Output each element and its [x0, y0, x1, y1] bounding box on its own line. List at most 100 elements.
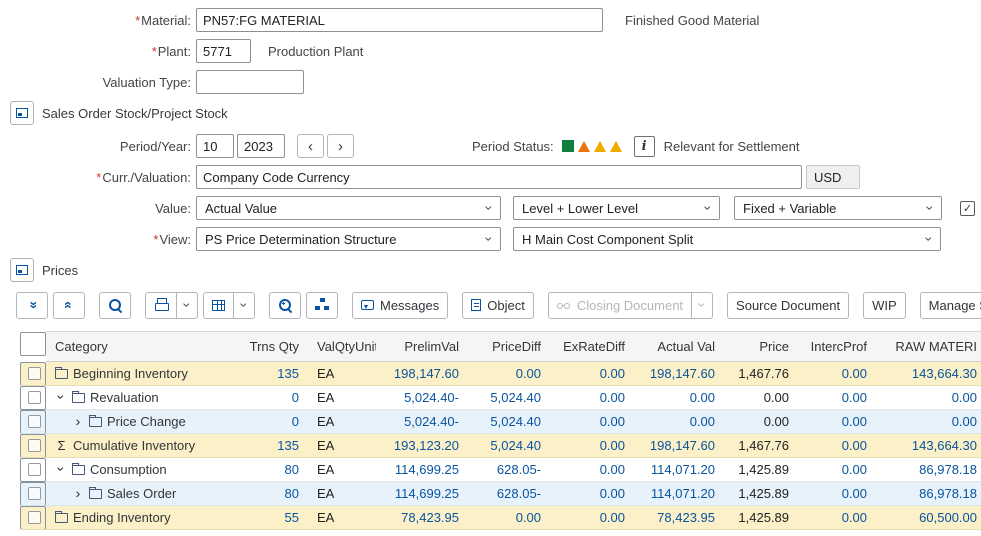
cell-price_diff: 5,024.40 [468, 434, 550, 458]
column-header-prelim_val[interactable]: PrelimVal [376, 332, 468, 362]
table-row: ΣCumulative Inventory135EA193,123.205,02… [20, 434, 981, 458]
cell-category: Consumption [46, 458, 236, 482]
column-header-price[interactable]: Price [724, 332, 798, 362]
grid-view-dropdown-button[interactable] [233, 292, 255, 319]
object-button[interactable]: Object [462, 292, 534, 319]
table-row: Price Change0EA5,024.40-5,024.400.000.00… [20, 410, 981, 434]
column-header-actual_val[interactable]: Actual Val [634, 332, 724, 362]
row-checkbox[interactable] [28, 391, 41, 404]
curr-valuation-input[interactable] [196, 165, 802, 189]
print-dropdown-button[interactable] [176, 292, 198, 319]
cell-prelim_val: 78,423.95 [376, 506, 468, 530]
value-select[interactable]: Actual Value [196, 196, 501, 220]
cell-actual_val: 198,147.60 [634, 362, 724, 386]
folder-icon [89, 489, 102, 499]
collapse-section-button[interactable] [10, 101, 34, 125]
closing-document-dropdown-button[interactable] [691, 292, 713, 319]
zoom-in-icon [278, 298, 292, 312]
collapse-all-icon [62, 298, 76, 312]
column-header-ex_rate_diff[interactable]: ExRateDiff [550, 332, 634, 362]
collapse-all-button[interactable] [53, 292, 85, 319]
cell-trns_qty: 80 [236, 458, 308, 482]
prices-section: Prices [10, 258, 981, 282]
grid-view-button[interactable] [203, 292, 234, 319]
cell-prelim_val: 198,147.60 [376, 362, 468, 386]
cell-val_qty_unit: EA [308, 362, 376, 386]
search-icon [108, 298, 122, 312]
valuation-type-input[interactable] [196, 70, 304, 94]
expand-all-button[interactable] [16, 292, 48, 319]
column-header-interc_prof[interactable]: IntercProf [798, 332, 876, 362]
table-row: Revaluation0EA5,024.40-5,024.400.000.000… [20, 386, 981, 410]
curr-valuation-label: *Curr./Valuation: [0, 170, 196, 185]
column-header-trns_qty[interactable]: Trns Qty [236, 332, 308, 362]
period-year-input[interactable] [237, 134, 285, 158]
cell-prelim_val: 5,024.40- [376, 386, 468, 410]
previous-period-button[interactable] [297, 134, 324, 158]
view-select[interactable]: PS Price Determination Structure [196, 227, 501, 251]
search-button[interactable] [99, 292, 131, 319]
currency-field: USD [806, 165, 860, 189]
category-label: Ending Inventory [73, 510, 171, 525]
collapse-node-icon[interactable] [55, 390, 67, 405]
object-button-label: Object [487, 298, 525, 313]
selection-column-header [20, 332, 46, 356]
cell-val_qty_unit: EA [308, 506, 376, 530]
valuation-type-label: Valuation Type: [0, 75, 196, 90]
collapse-node-icon[interactable] [55, 462, 67, 477]
chevron-down-icon [482, 200, 496, 216]
selection-cell [20, 458, 46, 482]
level-select[interactable]: Level + Lower Level [513, 196, 720, 220]
expand-node-icon[interactable] [72, 486, 84, 501]
zoom-in-button[interactable] [269, 292, 301, 319]
print-button[interactable] [145, 292, 177, 319]
info-icon[interactable] [634, 136, 655, 157]
messages-button[interactable]: Messages [352, 292, 448, 319]
row-checkbox[interactable] [28, 463, 41, 476]
plant-description: Production Plant [268, 44, 363, 59]
period-month-input[interactable] [196, 134, 234, 158]
plant-input[interactable] [196, 39, 251, 63]
column-header-price_diff[interactable]: PriceDiff [468, 332, 550, 362]
value-label: Value: [0, 201, 196, 216]
closing-document-button[interactable]: Closing Document [548, 292, 692, 319]
cost-type-select[interactable]: Fixed + Variable [734, 196, 942, 220]
cell-price_diff: 628.05- [468, 458, 550, 482]
row-checkbox[interactable] [28, 487, 41, 500]
object-icon [471, 299, 481, 311]
row-checkbox[interactable] [28, 415, 41, 428]
value-row: Value: Actual Value Level + Lower Level … [0, 196, 981, 220]
print-icon [154, 298, 168, 312]
material-label: *Material: [0, 13, 196, 28]
section-title: Sales Order Stock/Project Stock [42, 106, 228, 121]
table-body: Beginning Inventory135EA198,147.600.000.… [20, 362, 981, 530]
row-checkbox[interactable] [28, 439, 41, 452]
manage-stock-coverage-button[interactable]: Manage Stock Cov [920, 292, 981, 319]
cell-interc_prof: 0.00 [798, 434, 876, 458]
category-label: Beginning Inventory [73, 366, 188, 381]
wip-button[interactable]: WIP [863, 292, 906, 319]
chevron-down-icon [180, 297, 194, 313]
expand-node-icon[interactable] [72, 414, 84, 429]
next-period-button[interactable] [327, 134, 354, 158]
value-option-checkbox[interactable] [960, 201, 975, 216]
cell-trns_qty: 0 [236, 386, 308, 410]
material-input[interactable] [196, 8, 603, 32]
cell-actual_val: 198,147.60 [634, 434, 724, 458]
hierarchy-button[interactable] [306, 292, 338, 319]
row-checkbox[interactable] [28, 511, 41, 524]
closing-document-button-label: Closing Document [577, 298, 683, 313]
cell-raw_materi: 86,978.18 [876, 482, 981, 506]
row-checkbox[interactable] [28, 367, 41, 380]
column-header-raw_materi[interactable]: RAW MATERI [876, 332, 981, 362]
collapse-section-button[interactable] [10, 258, 34, 282]
cost-component-select[interactable]: H Main Cost Component Split [513, 227, 941, 251]
cell-prelim_val: 114,699.25 [376, 482, 468, 506]
category-label: Consumption [90, 462, 167, 477]
messages-button-group: Messages [352, 292, 448, 319]
column-header-category[interactable]: Category [46, 332, 236, 362]
category-label: Sales Order [107, 486, 176, 501]
source-document-button[interactable]: Source Document [727, 292, 849, 319]
grid-icon [212, 300, 225, 311]
column-header-val_qty_unit[interactable]: ValQtyUnit [308, 332, 376, 362]
